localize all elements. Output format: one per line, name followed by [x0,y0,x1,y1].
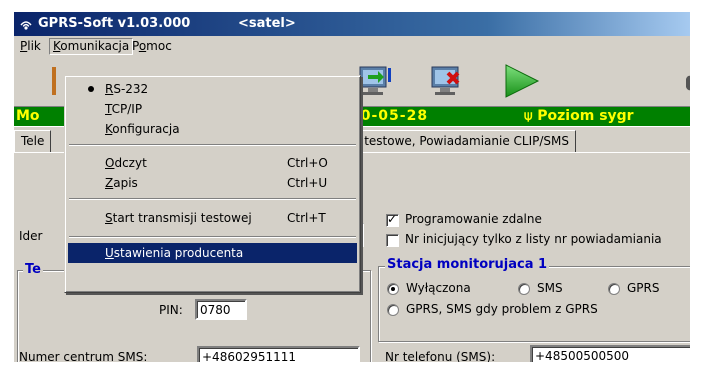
menu-item-rs232[interactable]: RS-232 [68,79,357,99]
sms-center-input[interactable]: +48602951111 [197,346,360,362]
tab-transmisje-testowe[interactable]: e testowe, Powiadamianie CLIP/SMS [347,130,577,152]
radio-sms-label: SMS [537,281,563,295]
identifier-label: Ider [19,229,43,243]
pin-input[interactable]: 0780 [195,299,247,320]
caller-list-checkbox[interactable] [386,234,399,247]
status-mode: Mo [16,108,40,124]
window-subtitle: <satel> [238,16,296,31]
phone-sms-input[interactable]: +48500500500 [530,345,690,362]
menu-komunikacja[interactable]: Komunikacja [49,38,134,55]
menu-item-tcpip[interactable]: TCP/IP [68,99,357,119]
menu-item-zapis[interactable]: Zapis Ctrl+U [68,173,357,193]
komunikacja-dropdown: RS-232 TCP/IP Konfiguracja Odczyt Ctrl+O… [64,75,361,293]
app-window: GPRS-Soft v1.03.000 <satel> Plik Komunik… [13,11,690,362]
radio-bullet-icon [88,86,94,92]
group-monitoring-title: Stacja monitorujaca 1 [385,257,550,272]
radio-gprs-label: GPRS [627,281,660,295]
disconnect-icon [431,66,460,95]
status-date: 10-05-28 [350,108,429,124]
menu-item-shortcut: Ctrl+O [287,156,328,170]
check-mark-icon: ✓ [387,212,398,226]
menu-item-shortcut: Ctrl+U [287,176,328,190]
status-signal-label: Poziom sygr [537,108,634,124]
caller-list-label: Nr inicjujący tylko z listy nr powiadami… [405,232,662,246]
radio-gprs-sms[interactable] [387,304,399,316]
radio-gprs[interactable] [608,283,620,295]
menu-item-konfiguracja[interactable]: Konfiguracja [68,119,357,139]
toolbar-button-disconnect[interactable] [426,61,472,101]
pin-label: PIN: [159,303,183,317]
title-bar[interactable]: GPRS-Soft v1.03.000 <satel> [14,12,690,36]
menu-item-label: Start transmisji testowej [105,211,252,225]
remote-programming-label: Programowanie zdalne [405,212,542,226]
menu-separator [69,236,356,238]
menu-item-label: RS-232 [105,82,149,96]
menu-item-label: Konfiguracja [105,122,180,136]
menu-item-shortcut: Ctrl+T [287,211,326,225]
menu-item-label: Zapis [105,176,138,190]
radio-off-label: Wyłączona [406,281,471,295]
toolbar-button-start[interactable] [498,61,544,101]
sms-center-label: Numer centrum SMS: [19,350,148,362]
group-telefon-title: Te [23,262,43,277]
menu-item-label: Odczyt [105,156,147,170]
radio-sms[interactable] [518,283,530,295]
menu-separator [69,144,356,146]
tab-telefony[interactable]: Tele [14,130,52,152]
play-icon [505,64,540,98]
radio-dot-icon [391,287,395,291]
menu-item-label: Ustawienia producenta [105,246,244,260]
menu-item-factory-settings[interactable]: Ustawienia producenta [68,243,357,263]
menu-separator [69,198,356,200]
radio-gprs-sms-label: GPRS, SMS gdy problem z GPRS [406,302,598,316]
menu-item-label: TCP/IP [105,102,143,116]
radio-off[interactable] [387,283,399,295]
signal-antenna-icon: ⍦ [524,108,538,124]
screenshot-frame: GPRS-Soft v1.03.000 <satel> Plik Komunik… [0,0,702,373]
window-title: GPRS-Soft v1.03.000 [38,16,191,31]
partial-icon [686,75,690,91]
menu-pomoc[interactable]: Pomoc [128,38,176,55]
menu-item-start-test-transmission[interactable]: Start transmisji testowej Ctrl+T [68,208,357,228]
menu-plik[interactable]: Plik [16,38,45,55]
phone-sms-label: Nr telefonu (SMS): [385,350,496,362]
app-antenna-icon [20,21,32,30]
remote-programming-checkbox[interactable]: ✓ [386,212,399,227]
toolbar-button-partial[interactable] [682,61,690,101]
menu-bar: Plik Komunikacja Pomoc [14,36,690,56]
menu-item-odczyt[interactable]: Odczyt Ctrl+O [68,153,357,173]
status-signal: ⍦ Poziom sygr [524,108,634,124]
